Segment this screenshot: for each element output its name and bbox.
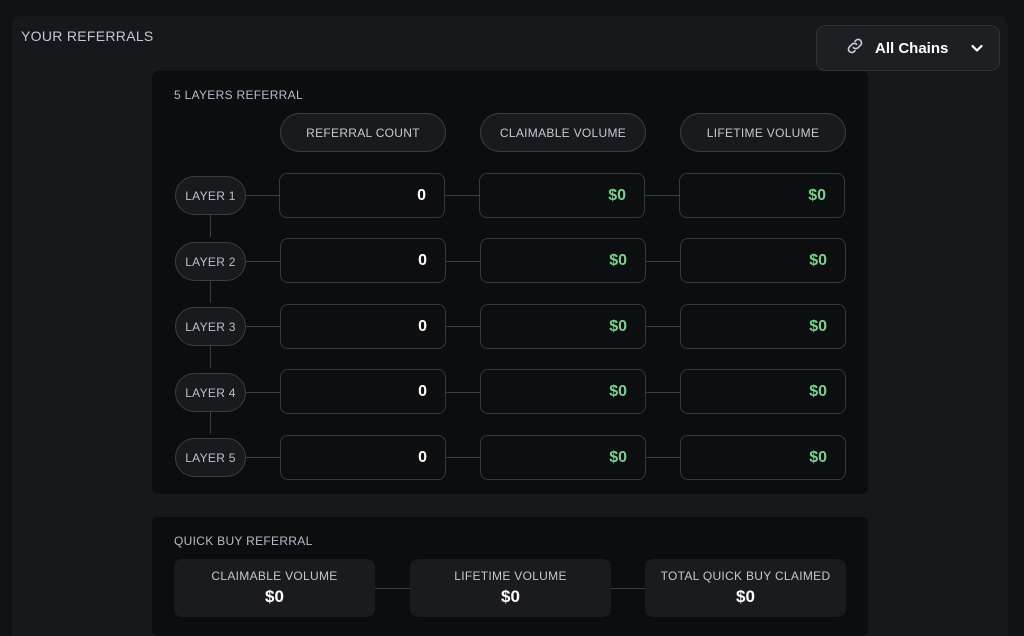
layer-5-lifetime-volume: $0 xyxy=(680,435,846,480)
layer-5-referral-count: 0 xyxy=(280,435,446,480)
layer-3-lifetime-volume: $0 xyxy=(680,304,846,349)
panel-title: YOUR REFERRALS xyxy=(21,28,154,44)
quick-buy-total-claimed: TOTAL QUICK BUY CLAIMED $0 xyxy=(645,559,846,617)
quick-buy-lifetime-label: LIFETIME VOLUME xyxy=(454,569,567,583)
layer-4-label: LAYER 4 xyxy=(175,373,246,412)
quick-buy-lifetime-value: $0 xyxy=(501,587,520,606)
layer-2-lifetime-volume: $0 xyxy=(680,238,846,283)
layer-3-claimable-volume: $0 xyxy=(480,304,646,349)
layer-3-label: LAYER 3 xyxy=(175,307,246,346)
layer-4-claimable-volume: $0 xyxy=(480,369,646,414)
layer-4-lifetime-volume: $0 xyxy=(680,369,846,414)
layer-2-label: LAYER 2 xyxy=(175,242,246,281)
layer-5-claimable-volume: $0 xyxy=(480,435,646,480)
chain-selector-label: All Chains xyxy=(875,39,949,57)
layer-1-referral-count: 0 xyxy=(279,173,445,218)
layer-1-label: LAYER 1 xyxy=(175,176,246,215)
column-header-lifetime-volume: LIFETIME VOLUME xyxy=(680,113,846,152)
layer-connector xyxy=(210,346,211,368)
quick-buy-claimable-label: CLAIMABLE VOLUME xyxy=(211,569,338,583)
chain-selector[interactable]: All Chains xyxy=(816,25,1000,71)
layer-1-lifetime-volume: $0 xyxy=(679,173,845,218)
layer-5-label: LAYER 5 xyxy=(175,438,246,477)
layer-3-referral-count: 0 xyxy=(280,304,446,349)
quick-buy-lifetime-volume: LIFETIME VOLUME $0 xyxy=(410,559,611,617)
column-header-referral-count: REFERRAL COUNT xyxy=(280,113,446,152)
quick-buy-total-claimed-value: $0 xyxy=(736,587,755,606)
layer-2-claimable-volume: $0 xyxy=(480,238,646,283)
quick-buy-claimable-value: $0 xyxy=(265,587,284,606)
quick-buy-total-claimed-label: TOTAL QUICK BUY CLAIMED xyxy=(660,569,831,583)
layer-connector xyxy=(210,215,211,237)
layer-connector xyxy=(210,281,211,303)
layer-4-referral-count: 0 xyxy=(280,369,446,414)
layer-connector xyxy=(210,412,211,434)
quick-buy-claimable-volume: CLAIMABLE VOLUME $0 xyxy=(174,559,375,617)
layer-1-claimable-volume: $0 xyxy=(479,173,645,218)
layer-2-referral-count: 0 xyxy=(280,238,446,283)
quick-buy-referral-title: QUICK BUY REFERRAL xyxy=(174,534,313,548)
chevron-down-icon xyxy=(969,40,985,61)
column-header-claimable-volume: CLAIMABLE VOLUME xyxy=(480,113,646,152)
layers-referral-title: 5 LAYERS REFERRAL xyxy=(174,88,303,102)
link-icon xyxy=(845,36,865,61)
